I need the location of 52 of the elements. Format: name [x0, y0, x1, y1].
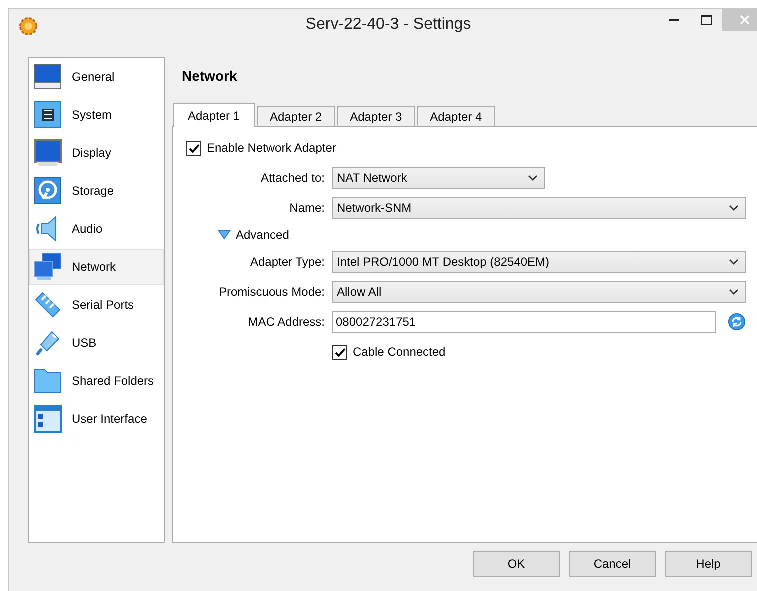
- folder-icon: [34, 367, 62, 395]
- checkbox[interactable]: [186, 140, 201, 156]
- dialog-button[interactable]: OK: [473, 551, 560, 577]
- sidebar-item[interactable]: Audio: [29, 211, 164, 247]
- sidebar-item[interactable]: USB: [29, 325, 164, 361]
- field-label: MAC Address:: [247, 315, 325, 329]
- dialog-button[interactable]: Help: [665, 551, 752, 577]
- close-icon: [740, 15, 750, 25]
- checkbox[interactable]: [332, 344, 347, 360]
- gear-icon: [19, 17, 38, 36]
- dropdown[interactable]: Network-SNM: [332, 197, 746, 219]
- tab[interactable]: Adapter 1: [173, 103, 256, 127]
- sidebar-item[interactable]: General: [29, 59, 164, 95]
- checkbox-label: Cable Connected: [353, 345, 446, 359]
- sidebar-item[interactable]: System: [29, 97, 164, 133]
- window-layout-icon: [34, 405, 62, 433]
- dialog-button[interactable]: Cancel: [569, 551, 656, 577]
- monitor-icon: [34, 63, 62, 91]
- sidebar-item[interactable]: Serial Ports: [29, 287, 164, 323]
- refresh-icon[interactable]: [728, 313, 746, 331]
- checkbox-label: Enable Network Adapter: [207, 141, 336, 155]
- minimize-icon: [669, 18, 679, 22]
- usb-plug-icon: [34, 329, 62, 357]
- tab[interactable]: Adapter 4: [417, 106, 496, 126]
- caret-icon: [528, 175, 538, 181]
- network-icon: [34, 253, 62, 281]
- dropdown[interactable]: Allow All: [332, 281, 746, 303]
- monitor-icon: [34, 139, 62, 167]
- maximize-icon: [700, 15, 712, 25]
- field-label: Name:: [288, 201, 325, 215]
- expander-triangle-icon[interactable]: [218, 229, 231, 241]
- dropdown[interactable]: Intel PRO/1000 MT Desktop (82540EM): [332, 251, 746, 273]
- mac-address-field[interactable]: 080027231751: [332, 311, 716, 333]
- sidebar-item[interactable]: Network: [29, 249, 164, 285]
- caret-icon: [729, 259, 739, 265]
- chip-icon: [34, 101, 62, 129]
- caret-icon: [729, 205, 739, 211]
- tab[interactable]: Adapter 3: [337, 106, 416, 126]
- expander-label[interactable]: Advanced: [236, 228, 290, 242]
- caret-icon: [729, 289, 739, 295]
- sidebar-item[interactable]: User Interface: [29, 401, 164, 437]
- sidebar-item[interactable]: Shared Folders: [29, 363, 164, 399]
- tab[interactable]: Adapter 2: [257, 106, 336, 126]
- serial-port-icon: [34, 291, 62, 319]
- window-title: Serv-22-40-3 - Settings: [306, 16, 472, 33]
- field-label: Promiscuous Mode:: [218, 285, 325, 299]
- field-label: Attached to:: [260, 171, 325, 185]
- dropdown[interactable]: NAT Network: [332, 167, 545, 189]
- sidebar-item[interactable]: Display: [29, 135, 164, 171]
- sidebar-item[interactable]: Storage: [29, 173, 164, 209]
- section-heading: Network: [182, 67, 238, 86]
- field-label: Adapter Type:: [250, 255, 325, 269]
